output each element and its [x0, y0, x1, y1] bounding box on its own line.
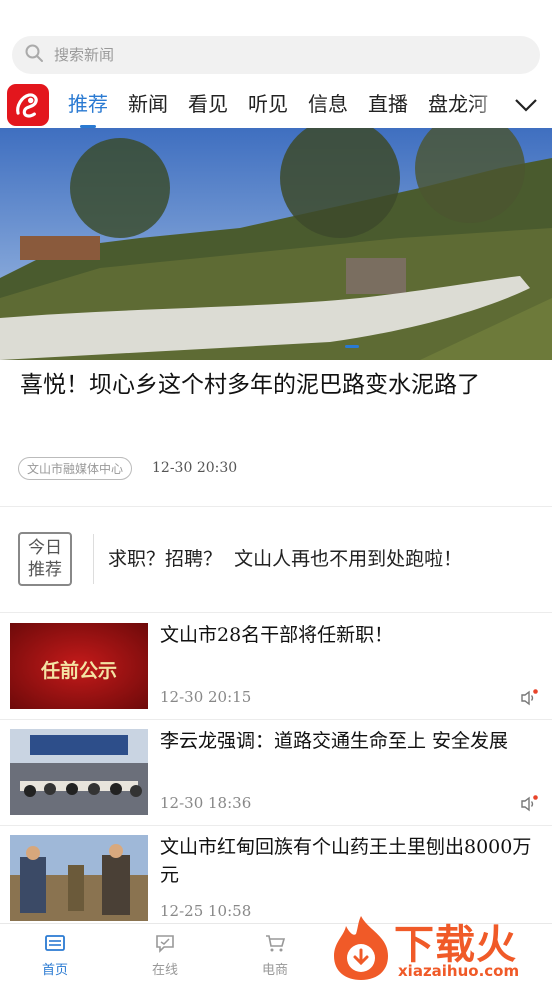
- news-thumbnail: [10, 729, 148, 815]
- badge-line-1: 今日: [28, 538, 62, 558]
- today-recommend-badge: 今日 推荐: [18, 532, 72, 586]
- today-recommend[interactable]: 今日 推荐 求职？招聘？ 文山人再也不用到处跑啦！: [0, 508, 552, 610]
- news-icon: [45, 935, 65, 951]
- source-badge: 文山市融媒体中心: [18, 456, 133, 480]
- nav-label: 在线: [151, 963, 178, 978]
- tabs-fade: [470, 82, 506, 128]
- watermark: 下载火 xiazaihuo.com: [326, 910, 552, 983]
- news-title[interactable]: 文山市红甸回族有个山药王土里刨出8000万元: [160, 833, 544, 889]
- search-input[interactable]: [54, 46, 494, 64]
- nav-label: 电商: [261, 963, 288, 978]
- tab-recommend[interactable]: 推荐: [58, 82, 118, 128]
- list-item[interactable]: 任前公示 文山市28名干部将任新职！ 12-30 20:15: [0, 613, 552, 719]
- banner-image: [0, 128, 552, 360]
- nav-online[interactable]: 在线: [110, 924, 220, 983]
- news-time: 12-25 10:58: [160, 902, 252, 920]
- chevron-down-icon[interactable]: [512, 92, 540, 118]
- news-thumbnail: 任前公示: [10, 623, 148, 709]
- news-title[interactable]: 李云龙强调：道路交通生命至上 安全发展: [160, 727, 544, 755]
- search-icon: [24, 43, 44, 67]
- list-item[interactable]: 李云龙强调：道路交通生命至上 安全发展 12-30 18:36: [0, 719, 552, 825]
- app-logo[interactable]: [7, 84, 49, 126]
- list-item[interactable]: 文山市红甸回族有个山药王土里刨出8000万元 12-25 10:58: [0, 825, 552, 923]
- channel-bar: 推荐 新闻 看见 听见 信息 直播 盘龙河: [0, 82, 552, 128]
- nav-label: 首页: [41, 963, 68, 978]
- speaker-icon[interactable]: [520, 689, 538, 707]
- banner-carousel[interactable]: [0, 128, 552, 360]
- fire-logo-icon: [334, 916, 388, 980]
- cart-icon: [266, 935, 286, 952]
- divider: [93, 534, 94, 584]
- banner-headline[interactable]: 喜悦！坝心乡这个村多年的泥巴路变水泥路了: [20, 368, 540, 402]
- today-recommend-text[interactable]: 求职？招聘？ 文山人再也不用到处跑啦！: [108, 544, 462, 571]
- chat-icon: [156, 935, 174, 953]
- carousel-indicator: [345, 345, 359, 348]
- watermark-url: xiazaihuo.com: [398, 962, 520, 980]
- tab-hear[interactable]: 听见: [238, 82, 298, 128]
- tab-see[interactable]: 看见: [178, 82, 238, 128]
- divider: [0, 506, 552, 507]
- tab-news[interactable]: 新闻: [118, 82, 178, 128]
- news-thumbnail: [10, 835, 148, 921]
- badge-line-2: 推荐: [28, 560, 62, 580]
- banner-meta: 文山市融媒体中心 12-30 20:30: [18, 456, 237, 480]
- search-bar[interactable]: [12, 36, 540, 74]
- news-time: 12-30 18:36: [160, 794, 252, 812]
- tab-info[interactable]: 信息: [298, 82, 358, 128]
- news-time: 12-30 20:15: [160, 688, 252, 706]
- thumb-caption: 任前公示: [40, 659, 117, 682]
- publish-time: 12-30 20:30: [152, 460, 238, 476]
- news-title[interactable]: 文山市28名干部将任新职！: [160, 621, 544, 649]
- nav-home[interactable]: 首页: [0, 924, 110, 983]
- speaker-icon[interactable]: [520, 795, 538, 813]
- channel-tabs: 推荐 新闻 看见 听见 信息 直播 盘龙河: [58, 82, 504, 128]
- nav-shop[interactable]: 电商: [220, 924, 330, 983]
- tab-live[interactable]: 直播: [358, 82, 418, 128]
